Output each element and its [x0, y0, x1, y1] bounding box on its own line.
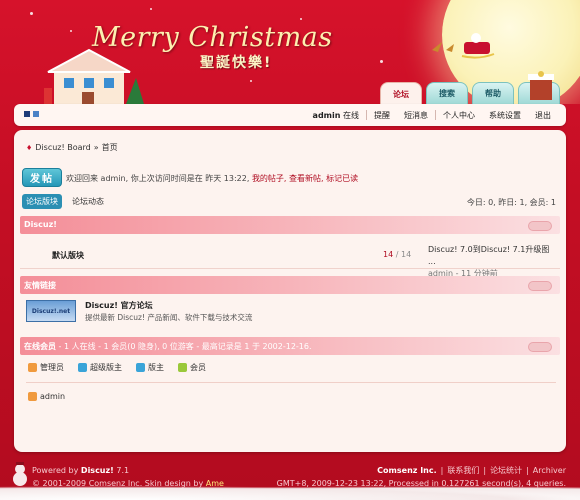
- collapse-toggle-icon[interactable]: [528, 221, 552, 231]
- main-panel: ♦ Discuz! Board » 首页 发帖 欢迎回来 admin, 你上次访…: [14, 130, 566, 452]
- online-label[interactable]: 在线会员: [24, 342, 56, 351]
- supermod-person-icon: [78, 363, 87, 372]
- user-links: admin 在线 提醒 短消息 个人中心 系统设置 退出: [306, 104, 558, 126]
- tab-forum[interactable]: 论坛: [380, 82, 422, 104]
- online-summary: - 1 人在线 - 1 会员(0 隐身), 0 位游客 - 最高记录是 1 于 …: [56, 342, 312, 351]
- archiver-link[interactable]: Archiver: [533, 464, 566, 477]
- user-group-legend: 管理员 超级版主 版主 会员: [28, 362, 206, 373]
- welcome-text: 欢迎回来 admin, 你上次访问时间是在 昨天 13:22,: [66, 174, 250, 183]
- footer-credits: Powered by Discuz! 7.1 © 2001-2009 Comse…: [32, 464, 224, 490]
- contact-link[interactable]: 联系我们: [447, 464, 479, 477]
- site-stats: 今日: 0, 昨日: 1, 会员: 1: [466, 198, 556, 207]
- legend-label: 版主: [148, 363, 164, 372]
- divider: [26, 382, 556, 383]
- footer-links: Comsenz Inc. | 联系我们 | 论坛统计 | Archiver GMT+8…: [276, 464, 566, 488]
- last-post-title[interactable]: Discuz! 7.0到Discuz! 7.1升级图 ...: [428, 244, 558, 268]
- welcome-message: 欢迎回来 admin, 你上次访问时间是在 昨天 13:22, 我的帖子, 查看…: [66, 173, 358, 184]
- messages-link[interactable]: 短消息: [397, 110, 435, 121]
- legend-label: 超级版主: [90, 363, 122, 372]
- breadcrumb-separator: »: [93, 143, 99, 152]
- tab-help[interactable]: 帮助: [472, 82, 514, 104]
- powered-prefix: Powered by: [32, 466, 79, 475]
- online-username[interactable]: admin: [40, 392, 65, 401]
- admin-person-icon: [28, 392, 37, 401]
- breadcrumb-current: 首页: [101, 143, 118, 152]
- powered-brand[interactable]: Discuz!: [81, 466, 114, 475]
- notifications-link[interactable]: 提醒: [367, 110, 397, 121]
- link-description: 提供最新 Discuz! 产品新闻、软件下载与技术交流: [85, 313, 253, 322]
- admin-person-icon: [28, 363, 37, 372]
- theme-light-icon[interactable]: [33, 111, 39, 117]
- collapse-toggle-icon[interactable]: [528, 281, 552, 291]
- last-post: Discuz! 7.0到Discuz! 7.1升级图 ... admin - 1…: [428, 244, 558, 280]
- copyright-text: © 2001-2009 Comsenz Inc. Skin design by: [32, 479, 204, 488]
- legend-item: 版主: [136, 362, 164, 373]
- moderator-person-icon: [136, 363, 145, 372]
- user-bar: admin 在线 提醒 短消息 个人中心 系统设置 退出: [14, 104, 566, 126]
- friendlinks-title: 友情链接: [24, 281, 56, 290]
- legend-item: 超级版主: [78, 362, 122, 373]
- welcome-links[interactable]: 我的帖子, 查看新帖, 标记已读: [252, 174, 358, 183]
- legend-item: 管理员: [28, 362, 64, 373]
- house-icon: [44, 48, 144, 104]
- category-header: Discuz!: [20, 216, 560, 234]
- theme-dark-icon[interactable]: [24, 111, 30, 117]
- logo-subtitle: 聖誕快樂!: [200, 55, 273, 71]
- logo-title: Merry Christmas: [92, 22, 333, 53]
- link-logo[interactable]: Discuz!.net: [26, 300, 76, 322]
- snowflake-icon: [380, 60, 383, 63]
- online-status: 在线: [343, 110, 359, 120]
- link-title[interactable]: Discuz! 官方论坛: [85, 300, 153, 311]
- footer: Powered by Discuz! 7.1 © 2001-2009 Comse…: [0, 456, 580, 500]
- forum-counts: 14 / 14: [383, 250, 411, 259]
- designer-link[interactable]: Ame: [206, 479, 224, 488]
- tab-forum-activity[interactable]: 论坛动态: [68, 194, 108, 209]
- new-post-button[interactable]: 发帖: [22, 168, 62, 187]
- profile-link[interactable]: 个人中心: [436, 110, 482, 121]
- header-scene: Merry Christmas 聖誕快樂! 论坛 搜索 帮助 导航: [0, 0, 580, 104]
- tab-search[interactable]: 搜索: [426, 82, 468, 104]
- santa-sleigh-icon: [432, 33, 495, 59]
- tab-forum-sections[interactable]: 论坛版块: [22, 194, 62, 209]
- snowflake-icon: [150, 8, 152, 10]
- debug-info: GMT+8, 2009-12-23 13:22, Processed in 0.…: [276, 479, 566, 488]
- snowflake-icon: [300, 18, 302, 20]
- home-icon[interactable]: ♦: [26, 144, 32, 152]
- category-title[interactable]: Discuz!: [24, 220, 57, 229]
- legend-label: 会员: [190, 363, 206, 372]
- forum-row: 默认版块 14 / 14 Discuz! 7.0到Discuz! 7.1升级图 …: [20, 238, 560, 278]
- stats-link[interactable]: 论坛统计: [490, 464, 522, 477]
- online-user: admin: [28, 392, 65, 401]
- legend-item: 会员: [178, 362, 206, 373]
- view-tabs: 论坛版块 论坛动态: [22, 194, 108, 209]
- snowflake-icon: [30, 12, 33, 15]
- snowman-icon: [13, 462, 27, 486]
- post-count: / 14: [395, 250, 412, 259]
- theme-switcher[interactable]: [24, 111, 39, 117]
- member-person-icon: [178, 363, 187, 372]
- online-header: 在线会员 - 1 人在线 - 1 会员(0 隐身), 0 位游客 - 最高记录是…: [20, 337, 560, 355]
- chimney-icon: [528, 71, 554, 100]
- username-link[interactable]: admin: [313, 111, 341, 120]
- online-title: 在线会员 - 1 人在线 - 1 会员(0 隐身), 0 位游客 - 最高记录是…: [24, 341, 312, 352]
- company-link[interactable]: Comsenz Inc.: [377, 464, 436, 477]
- forum-name[interactable]: 默认版块: [52, 250, 84, 261]
- settings-link[interactable]: 系统设置: [482, 110, 528, 121]
- legend-label: 管理员: [40, 363, 64, 372]
- logout-link[interactable]: 退出: [528, 110, 558, 121]
- breadcrumb: ♦ Discuz! Board » 首页: [26, 142, 118, 153]
- breadcrumb-root[interactable]: Discuz! Board: [35, 143, 90, 152]
- collapse-toggle-icon[interactable]: [528, 342, 552, 352]
- powered-version: 7.1: [116, 466, 130, 475]
- thread-count: 14: [383, 250, 394, 259]
- friendlinks-header: 友情链接: [20, 276, 560, 294]
- snowflake-icon: [250, 80, 252, 82]
- snowflake-icon: [70, 30, 72, 32]
